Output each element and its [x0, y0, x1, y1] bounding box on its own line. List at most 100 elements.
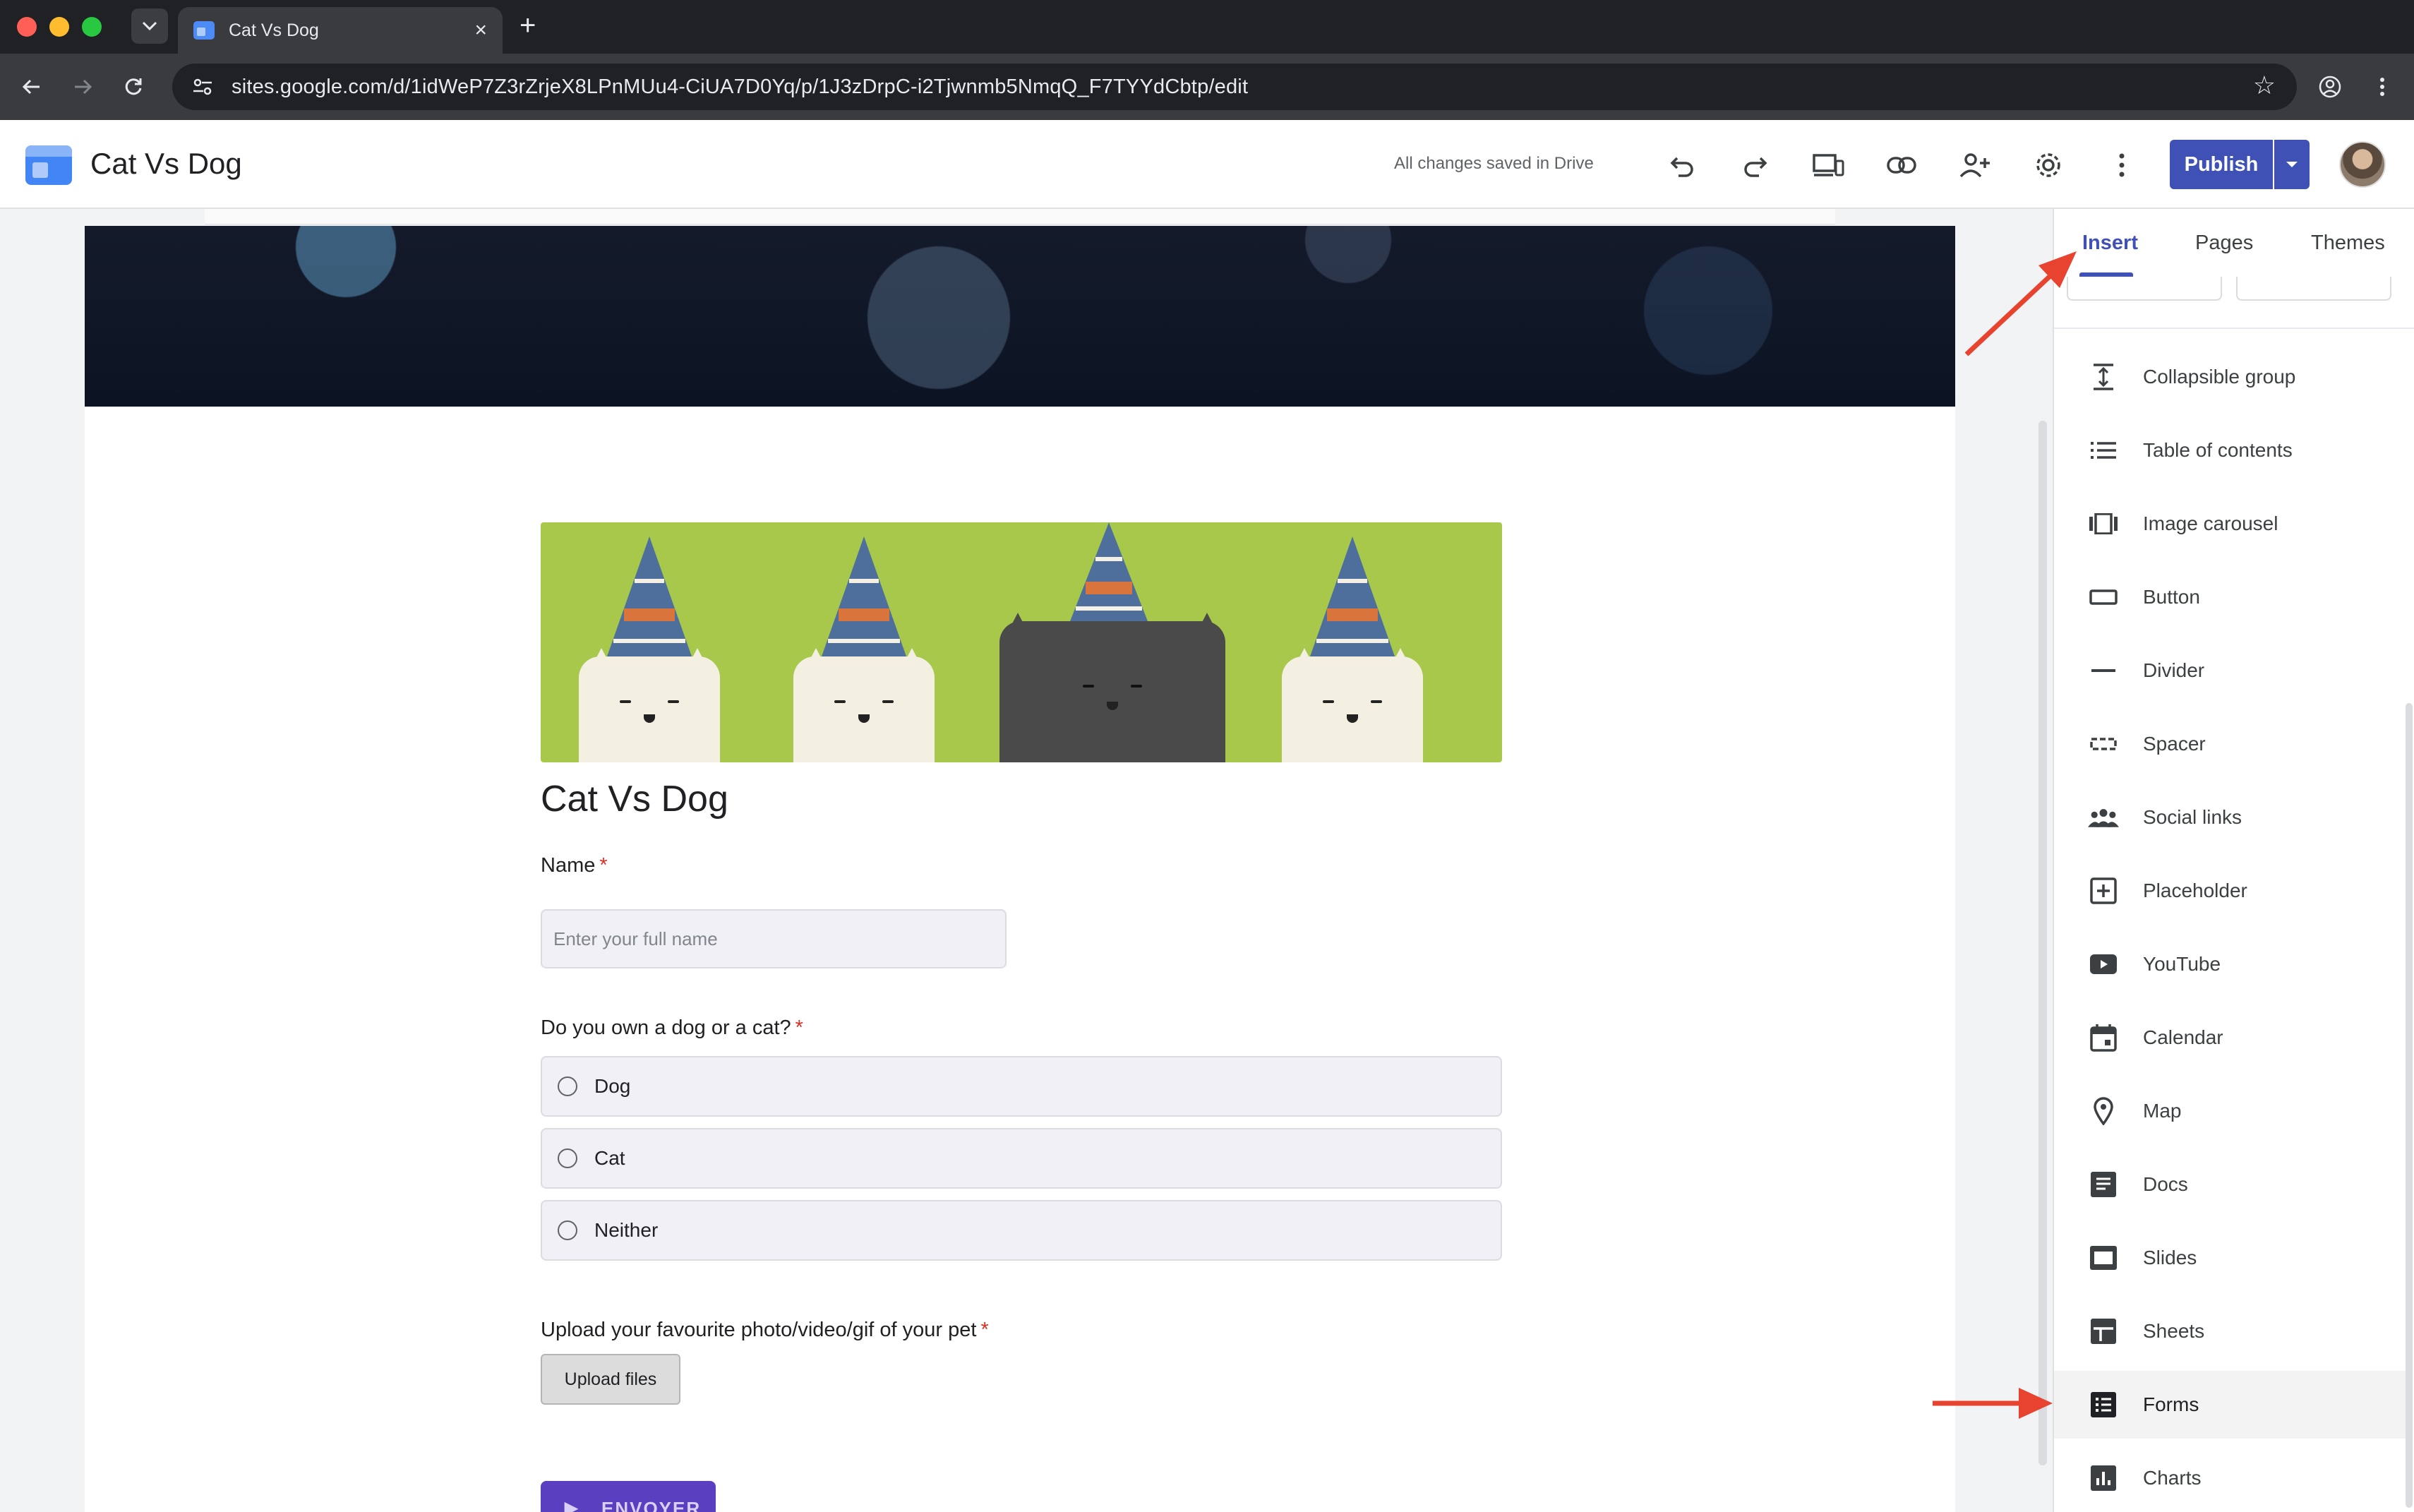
settings-button[interactable]: [2027, 144, 2070, 186]
browser-menu-button[interactable]: [2365, 69, 2400, 104]
radio-button[interactable]: [558, 1148, 577, 1168]
browser-tab-bar: Cat Vs Dog × +: [0, 0, 2414, 54]
arrow-right-icon: [75, 79, 92, 95]
profile-button[interactable]: [2312, 69, 2348, 104]
hat-stripe: [1076, 606, 1142, 611]
editor-canvas: Cat Vs Dog Name * Enter your full name Do…: [0, 209, 2053, 1512]
insert-item-label: Map: [2143, 1100, 2182, 1122]
reload-button[interactable]: [116, 69, 151, 104]
tab-search-button[interactable]: [131, 8, 168, 44]
pet-question-label: Do you own a dog or a cat? *: [541, 1016, 803, 1040]
insert-item-spacer[interactable]: Spacer: [2054, 710, 2407, 778]
party-hat-illustration: [1310, 536, 1395, 656]
insert-item-button[interactable]: Button: [2054, 563, 2407, 631]
insert-item-sheets[interactable]: Sheets: [2054, 1297, 2407, 1365]
insert-item-collapsible-group[interactable]: Collapsible group: [2054, 343, 2407, 411]
cat-illustration: [1282, 648, 1423, 762]
people-icon: [2088, 802, 2119, 833]
undo-icon: [1670, 157, 1693, 177]
layout-thumbnail[interactable]: [2067, 277, 2222, 301]
ruler: [0, 209, 2053, 226]
copy-link-button[interactable]: [1880, 144, 1923, 186]
insert-item-slides[interactable]: Slides: [2054, 1224, 2407, 1292]
publish-button[interactable]: Publish: [2170, 140, 2273, 189]
insert-item-forms[interactable]: Forms: [2054, 1371, 2407, 1439]
tab-insert[interactable]: Insert: [2082, 232, 2138, 255]
back-button[interactable]: [14, 69, 49, 104]
gear-icon: [2036, 153, 2060, 177]
share-button[interactable]: [1954, 144, 1996, 186]
form-header-image: [541, 522, 1502, 762]
minimize-window-button[interactable]: [49, 17, 69, 37]
upload-question-label: Upload your favourite photo/video/gif of…: [541, 1319, 989, 1342]
insert-item-label: YouTube: [2143, 953, 2221, 975]
insert-item-charts[interactable]: Charts: [2054, 1444, 2407, 1512]
insert-item-docs[interactable]: Docs: [2054, 1151, 2407, 1218]
radio-option-cat[interactable]: Cat: [541, 1128, 1502, 1189]
required-marker: *: [795, 1016, 803, 1039]
sites-favicon-icon: [193, 21, 215, 40]
chevron-down-icon: [142, 21, 157, 31]
devices-icon: [1813, 154, 1844, 176]
question-text: Name: [541, 854, 596, 877]
new-tab-button[interactable]: +: [520, 10, 536, 41]
account-circle-icon: [2319, 76, 2341, 98]
insert-item-placeholder[interactable]: Placeholder: [2054, 857, 2407, 925]
submit-button[interactable]: ENVOYER: [541, 1481, 716, 1512]
radio-button[interactable]: [558, 1220, 577, 1240]
forward-button[interactable]: [65, 69, 100, 104]
radio-option-neither[interactable]: Neither: [541, 1200, 1502, 1261]
publish-options-button[interactable]: [2274, 140, 2310, 189]
button-icon: [2088, 582, 2119, 613]
preview-button[interactable]: [1807, 144, 1849, 186]
header-banner-image[interactable]: [85, 226, 1955, 407]
canvas-scrollbar[interactable]: [2038, 421, 2047, 1465]
insert-item-label: Docs: [2143, 1173, 2188, 1195]
insert-item-label: Placeholder: [2143, 880, 2247, 901]
layout-thumbnail[interactable]: [2236, 277, 2391, 301]
insert-item-calendar[interactable]: Calendar: [2054, 1004, 2407, 1072]
browser-tab[interactable]: Cat Vs Dog ×: [178, 7, 503, 54]
plus-box-icon: [2088, 875, 2119, 906]
maximize-window-button[interactable]: [82, 17, 102, 37]
address-bar[interactable]: sites.google.com/d/1idWeP7Z3rZrjeX8LPnMU…: [172, 64, 2297, 110]
insert-item-divider[interactable]: Divider: [2054, 637, 2407, 704]
tab-pages[interactable]: Pages: [2195, 232, 2253, 255]
avatar[interactable]: [2339, 141, 2386, 188]
slides-icon: [2088, 1242, 2119, 1273]
insert-item-map[interactable]: Map: [2054, 1077, 2407, 1145]
insert-item-youtube[interactable]: YouTube: [2054, 930, 2407, 998]
radio-option-dog[interactable]: Dog: [541, 1056, 1502, 1117]
save-status: All changes saved in Drive: [1394, 154, 1594, 173]
tab-title: Cat Vs Dog: [229, 20, 319, 40]
site-settings-icon[interactable]: [186, 71, 219, 103]
question-text: Do you own a dog or a cat?: [541, 1016, 791, 1039]
youtube-icon: [2088, 949, 2119, 980]
insert-item-table-of-contents[interactable]: Table of contents: [2054, 416, 2407, 484]
insert-item-label: Divider: [2143, 659, 2205, 681]
calendar-icon: [2088, 1022, 2119, 1053]
hat-stripe: [624, 608, 675, 621]
divider: [2054, 328, 2414, 329]
insert-item-social-links[interactable]: Social links: [2054, 784, 2407, 851]
close-window-button[interactable]: [17, 17, 37, 37]
sites-logo-icon[interactable]: [25, 145, 72, 185]
undo-button[interactable]: [1662, 144, 1704, 186]
insert-item-image-carousel[interactable]: Image carousel: [2054, 490, 2407, 558]
radio-button[interactable]: [558, 1076, 577, 1096]
more-options-button[interactable]: [2101, 144, 2143, 186]
upload-files-button[interactable]: Upload files: [541, 1354, 680, 1405]
tab-themes[interactable]: Themes: [2311, 232, 2385, 255]
dropdown-arrow-icon: [2286, 162, 2298, 167]
site-title[interactable]: Cat Vs Dog: [90, 147, 242, 181]
hat-stripe: [828, 638, 900, 643]
panel-scrollbar[interactable]: [2406, 703, 2413, 1508]
docs-icon: [2088, 1169, 2119, 1200]
more-vert-icon: [2119, 153, 2125, 177]
hat-stripe: [1316, 638, 1388, 643]
bookmark-star-icon[interactable]: ☆: [2253, 71, 2276, 100]
carousel-icon: [2088, 508, 2119, 539]
redo-button[interactable]: [1734, 144, 1776, 186]
close-tab-icon[interactable]: ×: [474, 18, 487, 42]
name-input[interactable]: Enter your full name: [541, 909, 1007, 968]
